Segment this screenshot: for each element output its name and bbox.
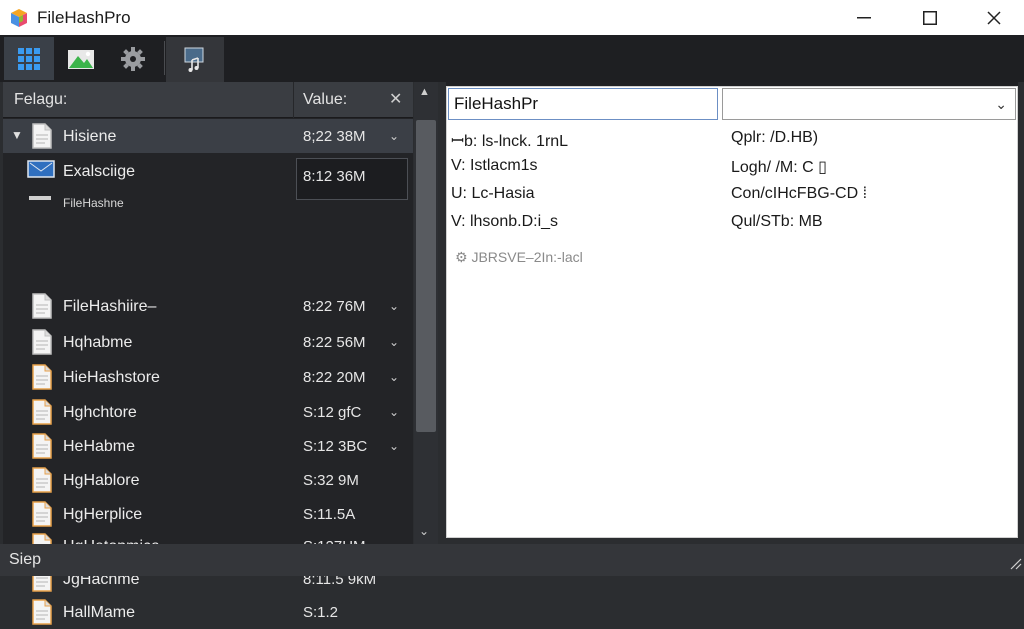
- file-list-header: Felagu: Value: ✕: [3, 82, 413, 118]
- file-subname: FileHashne: [63, 196, 124, 210]
- scroll-up-icon[interactable]: ▲: [419, 86, 430, 98]
- file-value: 8:22 20M: [303, 369, 366, 386]
- file-row[interactable]: HallMame S:1.2: [3, 595, 413, 629]
- hash-result-row: ꟷb: ls-lnck. 1rnL Qplr: /D.HB): [451, 127, 1011, 151]
- file-value: 8;22 38M: [303, 128, 366, 145]
- row-chevron-down-icon[interactable]: ⌄: [389, 335, 399, 349]
- hash-result-value: Con/cIHcFBG-CD ⁞: [731, 185, 868, 202]
- music-file-icon: [184, 47, 204, 72]
- file-name: FileHashiire–: [63, 298, 157, 315]
- file-name: HieHashstore: [63, 369, 160, 386]
- hash-log-text: ⚙ JBRSVE–2In:-lacl: [455, 249, 583, 265]
- document-icon: [32, 364, 52, 390]
- document-icon: [32, 433, 52, 459]
- hash-result-row: V: Istlacm1s Logh/ /M: C ▯: [451, 155, 1011, 179]
- file-value: 8:22 56M: [303, 334, 366, 351]
- file-value: 8:12 36M: [303, 168, 366, 185]
- file-row[interactable]: Hqhabme 8:22 56M ⌄: [3, 325, 413, 359]
- hash-result-row: U: Lc-Hasia Con/cIHcFBG-CD ⁞: [451, 183, 1011, 207]
- file-value: S:1.2: [303, 604, 339, 621]
- document-icon: [32, 467, 52, 493]
- title-bar: FileHashPro: [0, 0, 1024, 35]
- file-name: HgHablore: [63, 472, 140, 489]
- file-row[interactable]: FileHashiire– 8:22 76M ⌄: [3, 289, 413, 323]
- image-icon: [68, 49, 94, 69]
- row-chevron-down-icon[interactable]: ⌄: [389, 405, 399, 419]
- app-logo-icon: [11, 9, 27, 27]
- status-text: Siep: [9, 551, 42, 568]
- hash-result-value: Qul/STb: MB: [731, 213, 823, 230]
- file-name: Hqhabme: [63, 334, 133, 351]
- row-chevron-down-icon[interactable]: ⌄: [389, 129, 399, 143]
- file-list-panel: Felagu: Value: ✕ ▼ Hisiene 8;22 38M ⌄ Exal…: [3, 82, 413, 625]
- panel-close-icon[interactable]: ✕: [389, 89, 402, 109]
- grid-view-button[interactable]: [4, 37, 54, 80]
- file-name: Hghchtore: [63, 404, 137, 421]
- hash-result-key: U: Lc-Hasia: [451, 185, 535, 202]
- file-name: Hisiene: [63, 128, 117, 145]
- hash-result-row: V: lhsonb.D:i_s Qul/STb: MB: [451, 211, 1011, 235]
- toolbar-separator: [164, 41, 165, 75]
- hash-result-key: ꟷb: ls-lnck. 1rnL: [451, 133, 569, 150]
- column-header-value[interactable]: Value:: [303, 91, 347, 109]
- algorithm-select[interactable]: ⌄: [722, 88, 1016, 120]
- minimize-icon: [857, 16, 871, 18]
- chevron-down-icon: ⌄: [995, 96, 1007, 112]
- resize-grip-icon[interactable]: [1008, 556, 1022, 570]
- minimize-button[interactable]: [832, 0, 896, 35]
- expand-triangle-icon[interactable]: ▼: [11, 128, 23, 142]
- file-row[interactable]: ▼ Hisiene 8;22 38M ⌄: [3, 119, 413, 153]
- grid-view-icon: [18, 47, 40, 70]
- scroll-down-icon[interactable]: ⌄: [419, 524, 429, 538]
- hash-result-value: Logh/ /M: C ▯: [731, 159, 827, 176]
- row-chevron-down-icon[interactable]: ⌄: [389, 299, 399, 313]
- file-value: S:12 3BC: [303, 438, 368, 455]
- close-icon: [987, 10, 1001, 25]
- status-bar: Siep: [0, 544, 1024, 576]
- hash-result-key: V: Istlacm1s: [451, 157, 538, 174]
- settings-button[interactable]: [108, 37, 158, 80]
- image-view-button[interactable]: [56, 37, 106, 80]
- file-name: HeHabme: [63, 438, 136, 455]
- settings-icon: [121, 46, 145, 71]
- file-row[interactable]: HieHashstore 8:22 20M ⌄: [3, 360, 413, 394]
- hash-result-key: V: lhsonb.D:i_s: [451, 213, 559, 230]
- file-name: HgHerplice: [63, 506, 143, 523]
- file-value: 8:22 76M: [303, 298, 366, 315]
- window-title: FileHashPro: [37, 8, 131, 27]
- file-name: Exalsciige: [63, 163, 136, 180]
- row-chevron-down-icon[interactable]: ⌄: [389, 370, 399, 384]
- media-tab[interactable]: [166, 37, 224, 82]
- toolbar: [0, 35, 1024, 82]
- document-icon: [32, 123, 52, 149]
- column-header-name[interactable]: Felagu:: [14, 91, 67, 109]
- file-row[interactable]: Exalsciige 8:12 36M FileHashne: [3, 154, 413, 210]
- file-value: S:11.5A: [303, 506, 356, 523]
- maximize-button[interactable]: [898, 0, 962, 35]
- document-icon: [32, 293, 52, 319]
- file-row[interactable]: HgHerplice S:11.5A: [3, 497, 413, 531]
- hash-panel: ⌄ ꟷb: ls-lnck. 1rnL Qplr: /D.HB) V: Istla…: [446, 86, 1018, 538]
- monitor-icon: [27, 160, 55, 178]
- document-icon: [32, 329, 52, 355]
- document-icon: [32, 599, 52, 625]
- hash-result-value: Qplr: /D.HB): [731, 129, 819, 146]
- file-value: S:32 9M: [303, 472, 359, 489]
- file-row[interactable]: Hghchtore S:12 gfC ⌄: [3, 395, 413, 429]
- tray-icon: [29, 196, 51, 200]
- file-name: HallMame: [63, 604, 136, 621]
- file-row[interactable]: HgHablore S:32 9M: [3, 463, 413, 497]
- scrollbar-thumb[interactable]: [416, 120, 436, 432]
- file-row[interactable]: HeHabme S:12 3BC ⌄: [3, 429, 413, 463]
- document-icon: [32, 501, 52, 527]
- column-divider[interactable]: [293, 82, 294, 118]
- document-icon: [32, 399, 52, 425]
- hash-input[interactable]: [448, 88, 718, 120]
- close-button[interactable]: [962, 0, 1024, 35]
- row-chevron-down-icon[interactable]: ⌄: [389, 439, 399, 453]
- maximize-icon: [923, 10, 937, 25]
- file-value: S:12 gfC: [303, 404, 362, 421]
